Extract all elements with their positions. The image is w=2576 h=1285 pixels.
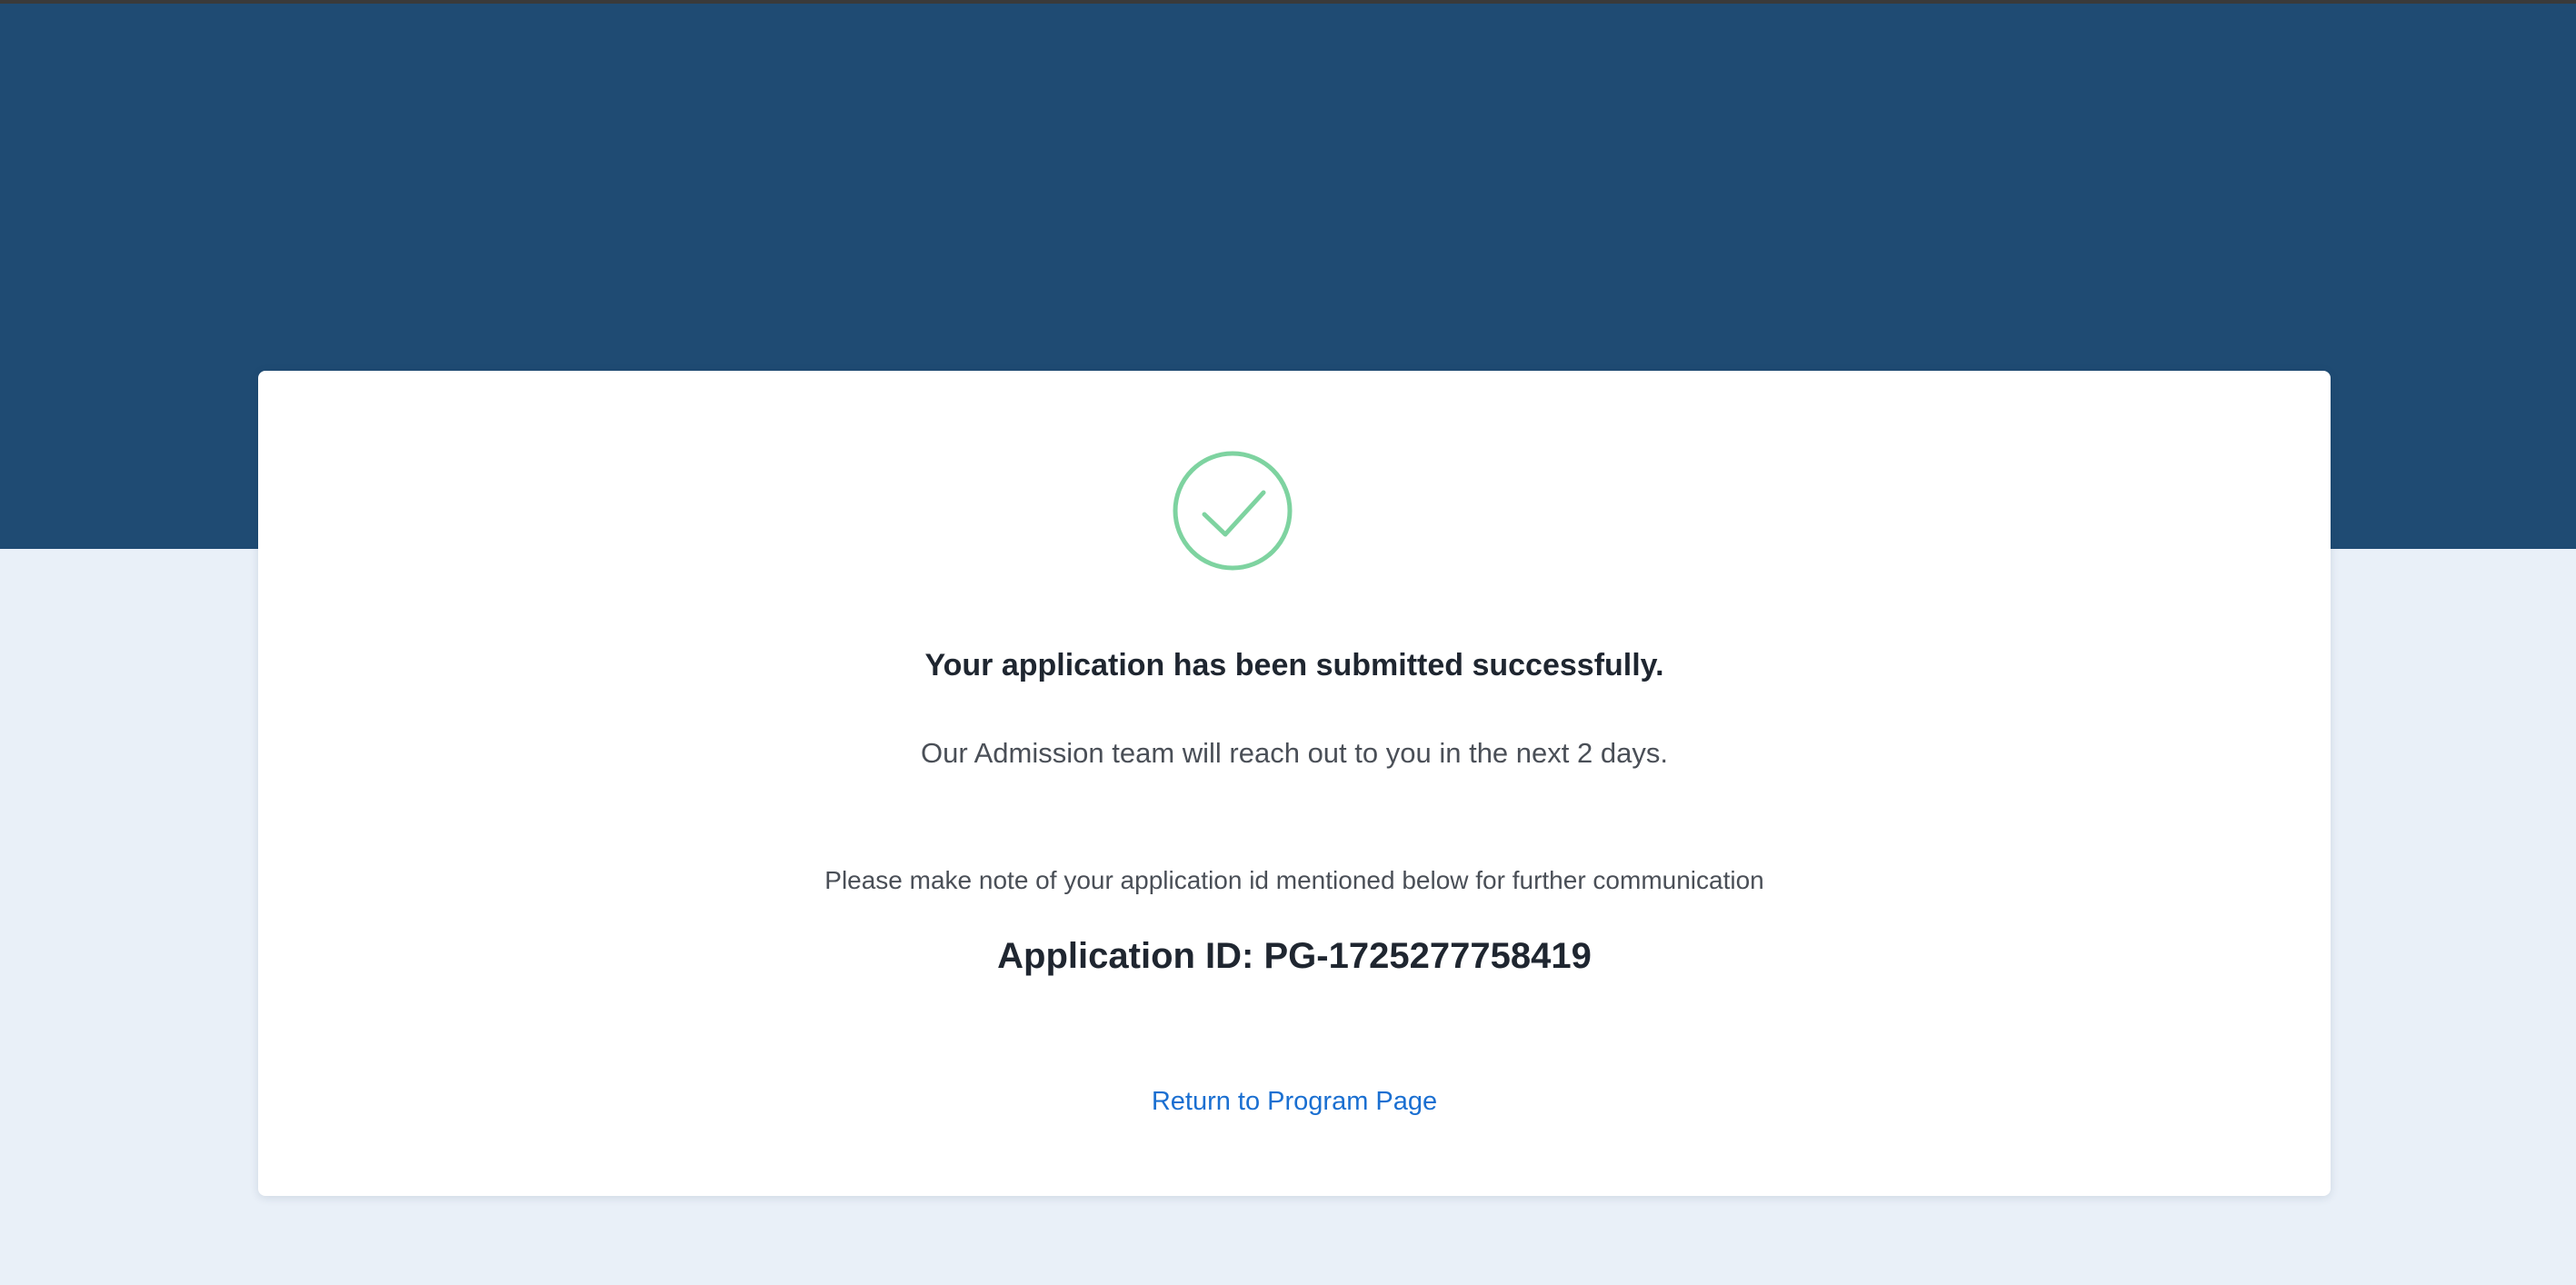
application-id-value: PG-1725277758419 bbox=[1263, 936, 1592, 976]
return-link-container: Return to Program Page bbox=[258, 1087, 2331, 1117]
application-id-label: Application ID: bbox=[997, 936, 1264, 976]
check-circle-icon bbox=[1173, 451, 1293, 571]
follow-up-message: Our Admission team will reach out to you… bbox=[921, 737, 1668, 769]
confirmation-card: Your application has been submitted succ… bbox=[258, 371, 2331, 1196]
application-id: Application ID: PG-1725277758419 bbox=[258, 936, 2331, 977]
application-id-note: Please make note of your application id … bbox=[824, 866, 1764, 894]
return-to-program-link[interactable]: Return to Program Page bbox=[1152, 1087, 1437, 1116]
confirmation-headline: Your application has been submitted succ… bbox=[924, 648, 1664, 682]
